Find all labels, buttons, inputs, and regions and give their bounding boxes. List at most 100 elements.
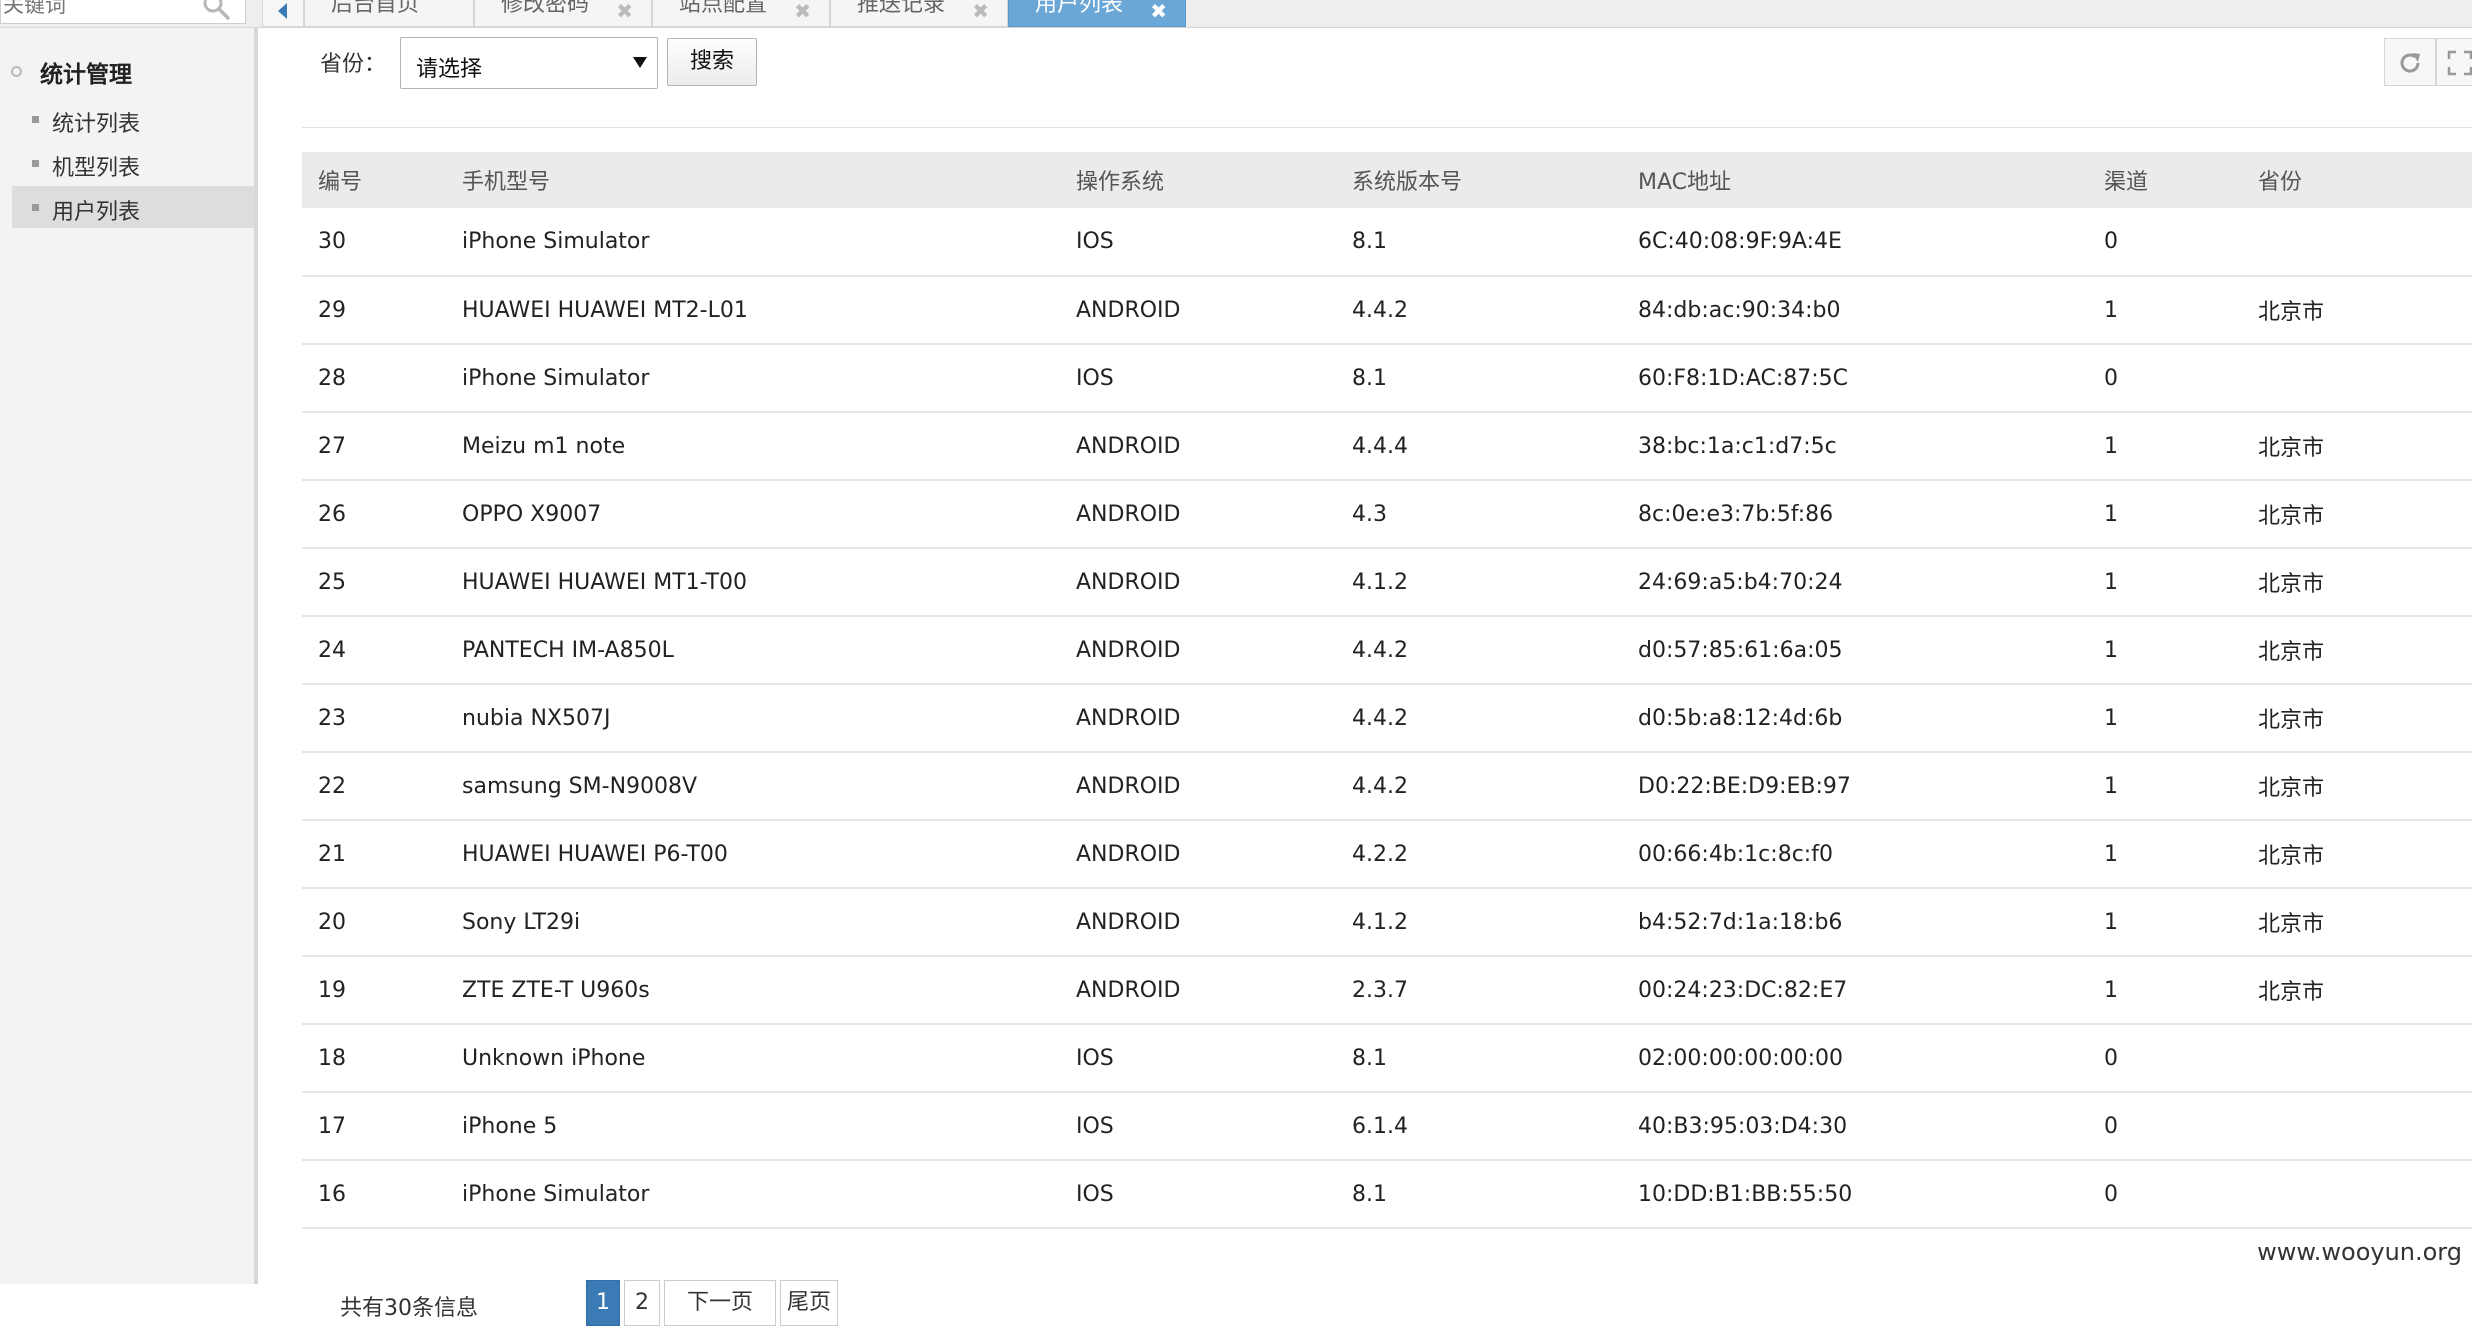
table-cell-id: 23 [318, 705, 346, 731]
watermark: www.wooyun.org [2257, 1238, 2462, 1266]
sidebar-item-model-list[interactable]: 机型列表 [12, 142, 254, 184]
tab-scroll-left-button[interactable] [262, 0, 304, 27]
table-cell-os: ANDROID [1076, 501, 1181, 527]
table-cell-os-version: 4.4.2 [1352, 637, 1408, 663]
table-cell-os-version: 4.1.2 [1352, 909, 1408, 935]
sidebar-group-statistics[interactable]: 统计管理 [0, 28, 254, 88]
table-cell-os: ANDROID [1076, 773, 1181, 799]
table-cell-os: ANDROID [1076, 977, 1181, 1003]
table-cell-os: ANDROID [1076, 705, 1181, 731]
table-cell-channel: 1 [2104, 909, 2118, 935]
keyword-search-box [0, 0, 246, 24]
table-row: 29 HUAWEI HUAWEI MT2-L01 ANDROID 4.4.2 84:db… [302, 276, 2472, 344]
table-cell-id: 26 [318, 501, 346, 527]
top-tab-bar: 后台首页 修改密码 ✖ 站点配置 ✖ 推送记录 ✖ 用户列表 ✖ [0, 0, 2472, 28]
pagination-total: 共有30条信息 [340, 1296, 478, 1321]
main-content: 省份： 请选择 搜索 编号 手机型号 操作系统 系统版本号 MAC地址 渠道 省份 30 iP… [262, 28, 2472, 1326]
table-cell-province [2258, 1160, 2472, 1228]
table-cell-phone-model: iPhone Simulator [462, 365, 650, 391]
caret-left-icon [278, 3, 287, 19]
table-cell-channel: 1 [2104, 977, 2118, 1003]
table-cell-os-version: 6.1.4 [1352, 1113, 1408, 1139]
table-cell-channel: 1 [2104, 569, 2118, 595]
tab-home[interactable]: 后台首页 [304, 0, 474, 27]
table-cell-os-version: 8.1 [1352, 229, 1387, 254]
tab-user-list[interactable]: 用户列表 ✖ [1008, 0, 1186, 27]
table-row: 17 iPhone 5 IOS 6.1.4 40:B3:95:03:D4:30 0 [302, 1092, 2472, 1160]
table-cell-province: 北京市 [2258, 572, 2325, 597]
table-header-mac: MAC地址 [1638, 170, 1732, 195]
table-cell-id: 16 [318, 1181, 346, 1207]
province-select-value: 请选择 [416, 57, 483, 82]
table-cell-phone-model: Unknown iPhone [462, 1045, 646, 1071]
table-row: 22 samsung SM-N9008V ANDROID 4.4.2 D0:22:BE:… [302, 752, 2472, 820]
page-button-1[interactable]: 1 [586, 1280, 620, 1326]
bullet-icon [32, 204, 39, 211]
refresh-button[interactable] [2384, 38, 2436, 86]
fullscreen-icon [2447, 50, 2472, 76]
province-select[interactable]: 请选择 [400, 37, 658, 89]
keyword-search-input[interactable] [1, 0, 199, 23]
search-icon[interactable] [201, 0, 231, 21]
table-cell-mac: d0:57:85:61:6a:05 [1638, 637, 1843, 663]
table-cell-os-version: 8.1 [1352, 1045, 1387, 1071]
table-cell-channel: 1 [2104, 637, 2118, 663]
table-row: 19 ZTE ZTE-T U960s ANDROID 2.3.7 00:24:23:DC… [302, 956, 2472, 1024]
table-cell-os-version: 4.4.2 [1352, 773, 1408, 799]
table-row: 27 Meizu m1 note ANDROID 4.4.4 38:bc:1a:c1:d… [302, 412, 2472, 480]
tab-site-config[interactable]: 站点配置 ✖ [652, 0, 830, 27]
divider [302, 127, 2472, 128]
tab-label: 修改密码 [501, 0, 590, 17]
table-cell-channel: 0 [2104, 1113, 2118, 1139]
last-page-button[interactable]: 尾页 [780, 1280, 838, 1326]
table-cell-mac: 60:F8:1D:AC:87:5C [1638, 365, 1849, 391]
province-filter-label: 省份： [320, 52, 387, 77]
table-cell-province: 北京市 [2258, 708, 2325, 733]
table-cell-id: 27 [318, 433, 346, 459]
table-cell-province [2258, 1092, 2472, 1160]
table-cell-province: 北京市 [2258, 980, 2325, 1005]
table-cell-os: ANDROID [1076, 569, 1181, 595]
table-cell-id: 30 [318, 229, 346, 254]
table-header-os: 操作系统 [1076, 170, 1165, 195]
table-row: 26 OPPO X9007 ANDROID 4.3 8c:0e:e3:7b:5f:86 1… [302, 480, 2472, 548]
table-cell-phone-model: ZTE ZTE-T U960s [462, 977, 650, 1003]
table-header-phone-model: 手机型号 [462, 170, 551, 195]
table-cell-os: ANDROID [1076, 433, 1181, 459]
close-icon[interactable]: ✖ [972, 0, 989, 25]
sidebar-item-user-list[interactable]: 用户列表 [12, 186, 254, 228]
tab-label: 站点配置 [679, 0, 768, 17]
table-header-row: 编号 手机型号 操作系统 系统版本号 MAC地址 渠道 省份 [302, 152, 2472, 208]
close-icon[interactable]: ✖ [616, 0, 633, 25]
table-cell-channel: 1 [2104, 433, 2118, 459]
table-cell-id: 25 [318, 569, 346, 595]
table-cell-mac: b4:52:7d:1a:18:b6 [1638, 909, 1843, 935]
table-cell-phone-model: HUAWEI HUAWEI MT1-T00 [462, 569, 748, 595]
sidebar-item-stats-list[interactable]: 统计列表 [12, 98, 254, 140]
table-cell-province: 北京市 [2258, 912, 2325, 937]
close-icon[interactable]: ✖ [794, 0, 811, 25]
table-row: 23 nubia NX507J ANDROID 4.4.2 d0:5b:a8:12:4d… [302, 684, 2472, 752]
table-cell-province: 北京市 [2258, 776, 2325, 801]
table-row: 25 HUAWEI HUAWEI MT1-T00 ANDROID 4.1.2 24:69… [302, 548, 2472, 616]
tab-push-records[interactable]: 推送记录 ✖ [830, 0, 1008, 27]
table-cell-os: IOS [1076, 1045, 1114, 1071]
table-cell-os-version: 4.4.2 [1352, 705, 1408, 731]
table-cell-id: 18 [318, 1045, 346, 1071]
table-cell-os: ANDROID [1076, 637, 1181, 663]
close-icon[interactable]: ✖ [1150, 0, 1167, 25]
next-page-button[interactable]: 下一页 [664, 1280, 776, 1326]
search-button[interactable]: 搜索 [667, 38, 757, 86]
table-cell-mac: D0:22:BE:D9:EB:97 [1638, 773, 1851, 799]
table-cell-channel: 0 [2104, 1045, 2118, 1071]
table-row: 16 iPhone Simulator IOS 8.1 10:DD:B1:BB:55:5… [302, 1160, 2472, 1228]
table-cell-channel: 1 [2104, 705, 2118, 731]
fullscreen-button[interactable] [2436, 38, 2472, 86]
table-cell-os-version: 4.4.4 [1352, 433, 1408, 459]
tab-change-password[interactable]: 修改密码 ✖ [474, 0, 652, 27]
sidebar-item-label: 用户列表 [52, 200, 141, 225]
bullet-icon [32, 160, 39, 167]
page-button-2[interactable]: 2 [624, 1280, 660, 1326]
table-cell-phone-model: HUAWEI HUAWEI P6-T00 [462, 841, 728, 867]
table-cell-os: ANDROID [1076, 841, 1181, 867]
